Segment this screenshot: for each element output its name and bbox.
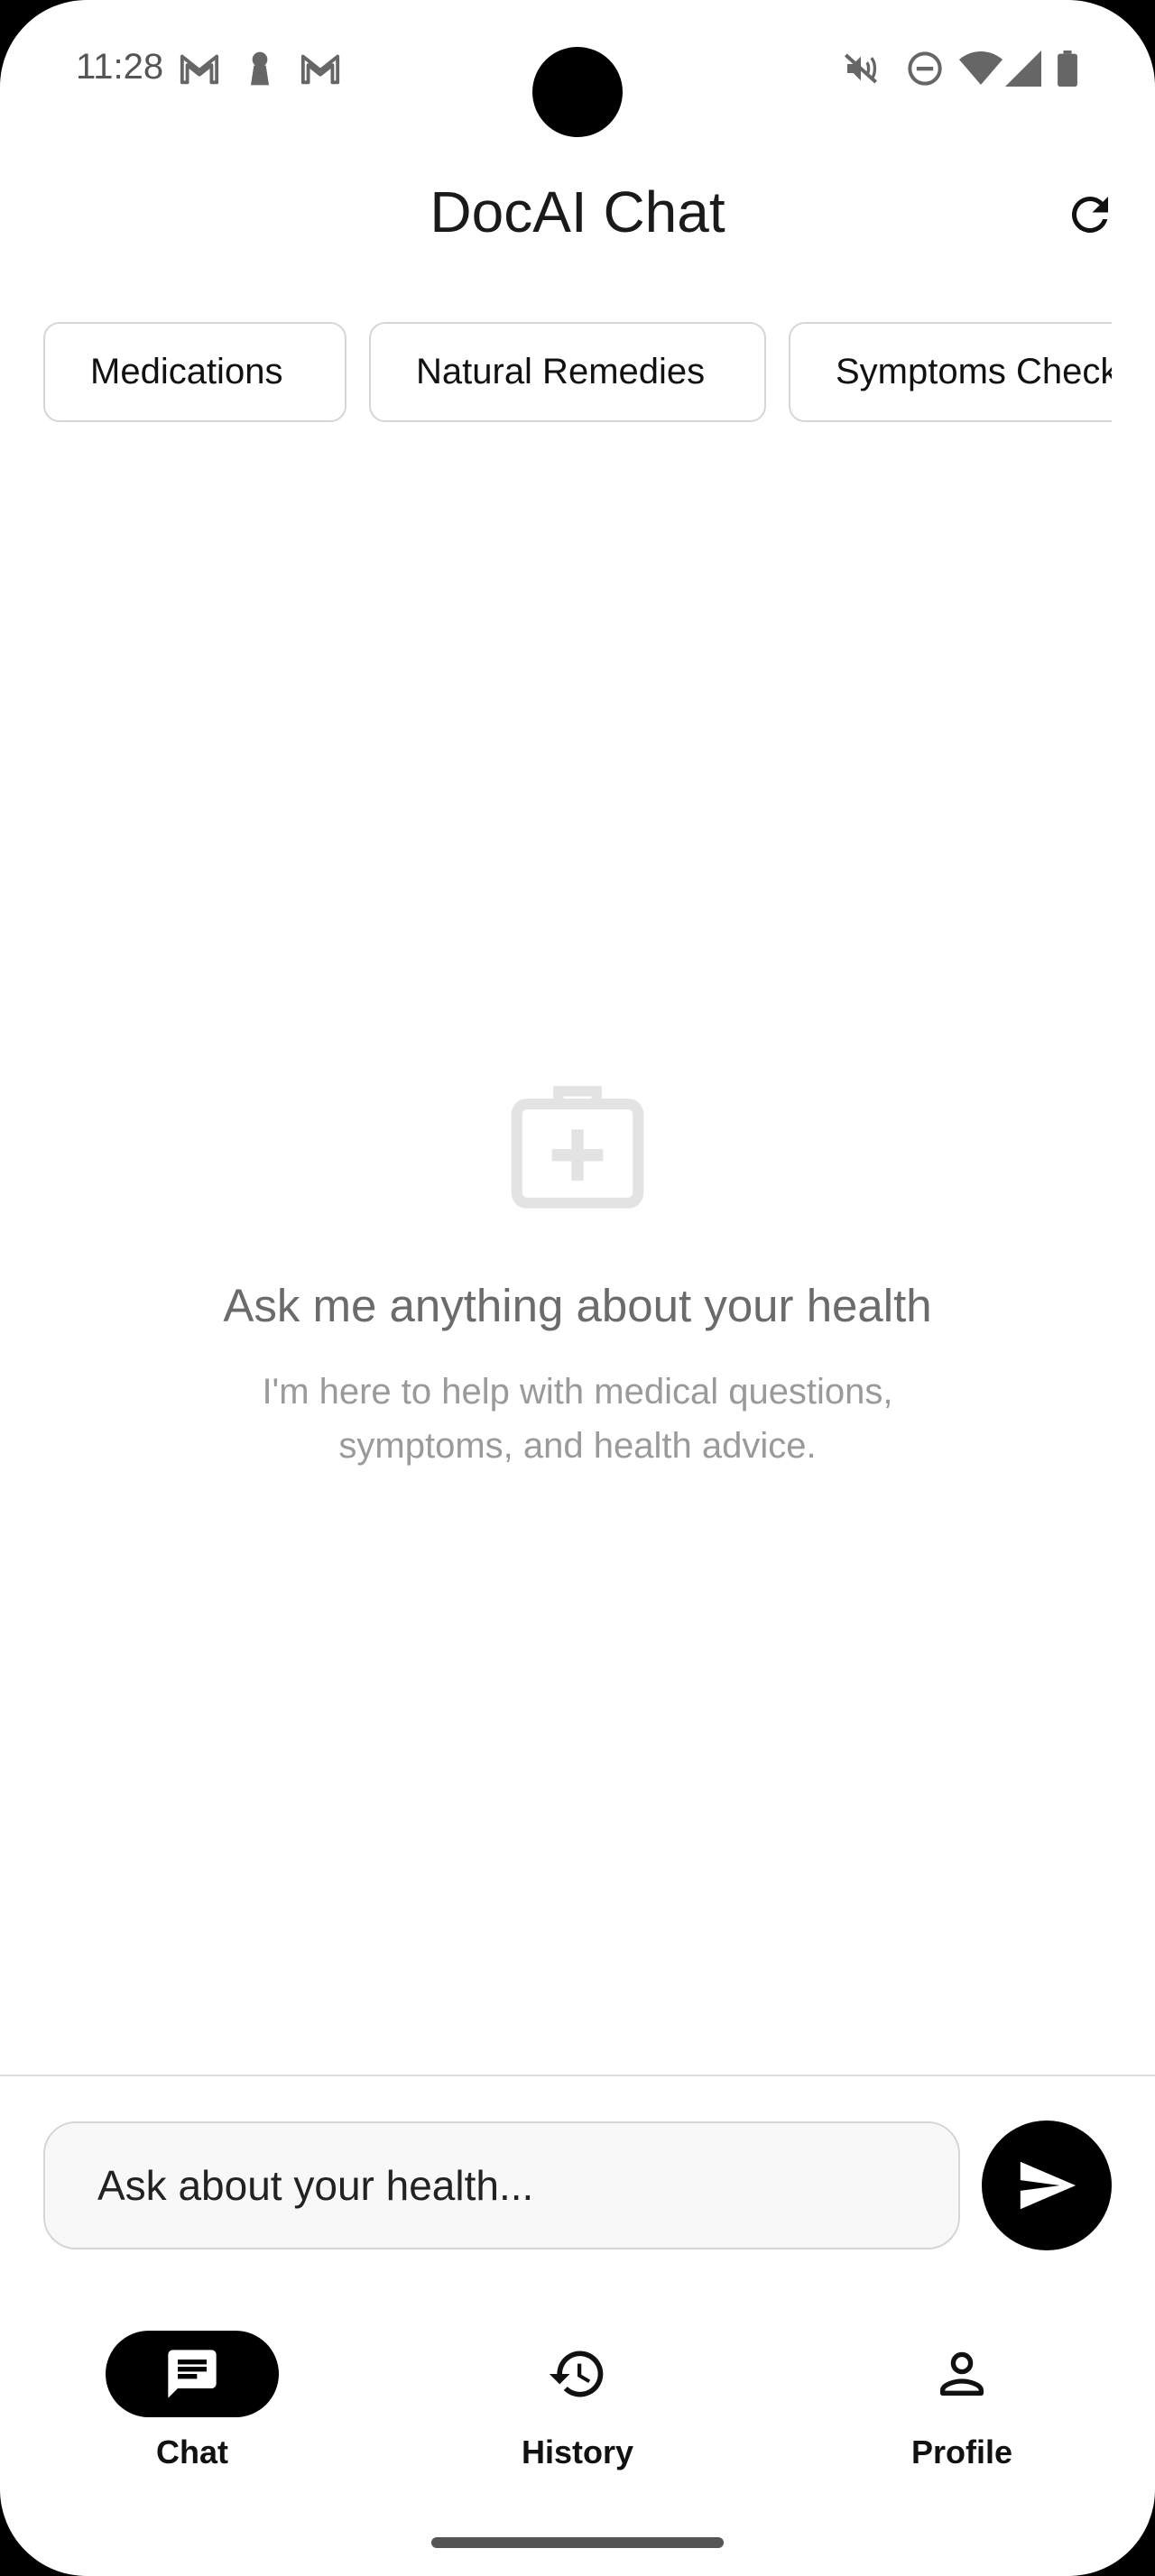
chip-label: Symptoms Checker (836, 352, 1112, 391)
person-icon (940, 2351, 984, 2396)
chip-natural-remedies[interactable]: Natural Remedies (369, 322, 766, 422)
do-not-disturb-icon (908, 51, 942, 86)
message-input-container (43, 2121, 960, 2249)
keyhole-icon (251, 51, 269, 86)
empty-state-subtitle: I'm here to help with medical questions,… (262, 1372, 893, 1466)
app-screen: 11:28 DocAI Chat Medications Natural Rem… (0, 0, 1155, 2576)
empty-state-title: Ask me anything about your health (223, 1280, 932, 1331)
chip-medications[interactable]: Medications (43, 322, 346, 422)
send-button[interactable] (982, 2121, 1112, 2250)
chat-icon (168, 2350, 217, 2398)
composer-divider (0, 2075, 1155, 2076)
battery-icon (1058, 51, 1077, 87)
gmail-icon (180, 54, 219, 85)
history-icon (549, 2351, 604, 2397)
nav-item-history[interactable]: History (442, 2309, 713, 2480)
medical-kit-icon (511, 1086, 644, 1209)
wifi-icon (959, 51, 1003, 85)
chip-label: Medications (90, 352, 283, 391)
cellular-signal-icon (1005, 51, 1041, 87)
nav-label: Chat (156, 2433, 228, 2470)
nav-indicator (491, 2331, 664, 2417)
status-bar: 11:28 (0, 0, 1155, 137)
nav-label: History (521, 2433, 634, 2470)
page-title: DocAI Chat (430, 179, 725, 244)
message-input[interactable] (97, 2123, 928, 2248)
gmail-icon (300, 54, 340, 85)
refresh-icon[interactable] (1063, 188, 1117, 242)
status-time: 11:28 (76, 47, 164, 87)
chip-symptoms-checker[interactable]: Symptoms Checker (789, 322, 1112, 422)
camera-cutout (532, 47, 623, 137)
mute-icon (844, 53, 878, 84)
suggestion-chips: Medications Natural Remedies Symptoms Ch… (0, 322, 1112, 426)
send-icon (1020, 2161, 1076, 2210)
nav-indicator (875, 2331, 1049, 2417)
home-indicator[interactable] (431, 2537, 724, 2548)
chip-label: Natural Remedies (416, 352, 706, 391)
nav-item-profile[interactable]: Profile (827, 2309, 1097, 2480)
nav-indicator (106, 2331, 279, 2417)
nav-item-chat[interactable]: Chat (57, 2309, 328, 2480)
bottom-navigation: Chat History Profile (0, 2309, 1155, 2489)
nav-label: Profile (910, 2433, 1013, 2470)
